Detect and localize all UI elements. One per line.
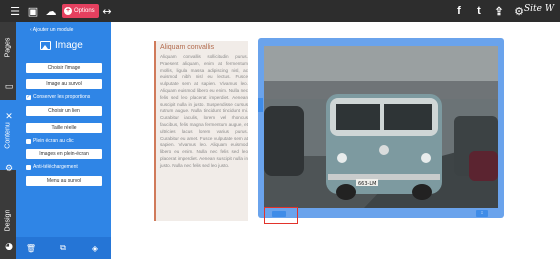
- vw-bus-photo: 663-LM: [264, 46, 498, 208]
- share-icon[interactable]: ⇪: [492, 3, 506, 19]
- text-module[interactable]: Aliquam convallis Aliquam convallis soll…: [154, 41, 248, 221]
- back-link[interactable]: ‹ Ajouter un module: [30, 27, 73, 33]
- keep-proportions-checkbox[interactable]: ✓ Conserver les proportions: [26, 94, 90, 100]
- tab-pages[interactable]: Pages: [0, 22, 16, 72]
- real-size-button[interactable]: Taille réelle: [26, 123, 102, 133]
- anti-download-checkbox[interactable]: Anti-téléchargement: [26, 164, 78, 170]
- hover-image-button[interactable]: Image au survol: [26, 79, 102, 89]
- save-icon[interactable]: ▣: [26, 4, 40, 18]
- highlight-annotation: [264, 207, 298, 224]
- panel-title: Image: [40, 40, 83, 51]
- left-resize-handle[interactable]: [258, 98, 263, 112]
- image-icon: [40, 41, 51, 50]
- module-panel: ‹ Ajouter un module Image Choisir l'imag…: [16, 22, 111, 259]
- close-icon[interactable]: ✕: [2, 110, 16, 124]
- panel-footer: 🗑 ⧉ ◈: [16, 237, 111, 259]
- vertical-resize-handle[interactable]: ↕: [476, 210, 488, 217]
- options-label: Options: [74, 8, 95, 14]
- gear-icon[interactable]: ⚙: [2, 162, 16, 176]
- trash-icon[interactable]: 🗑: [26, 243, 36, 253]
- palette-icon[interactable]: ◕: [2, 240, 16, 254]
- publish-cloud-icon[interactable]: ☁: [44, 4, 58, 18]
- resize-arrows-icon[interactable]: ↔: [100, 4, 114, 18]
- choose-link-button[interactable]: Choisir un lien: [26, 106, 102, 116]
- text-module-title: Aliquam convallis: [160, 44, 215, 51]
- tab-design[interactable]: Design: [0, 200, 16, 240]
- fullscreen-click-checkbox[interactable]: Plein écran au clic: [26, 138, 74, 144]
- layers-icon[interactable]: ◈: [90, 243, 100, 253]
- app-logo: Site W: [524, 4, 555, 14]
- social-share-group: f t ⇪ ⚙: [452, 3, 526, 19]
- top-toolbar: ☰ ▣ ☁ + Options ↔ f t ⇪ ⚙ Site W: [0, 0, 560, 22]
- text-module-body: Aliquam convallis sollicitudin purus. Pr…: [160, 54, 248, 168]
- check-icon: ✓: [26, 93, 31, 100]
- photo-illustration: 663-LM: [264, 46, 498, 208]
- folder-icon[interactable]: ▭: [2, 80, 16, 94]
- choose-image-button[interactable]: Choisir l'image: [26, 63, 102, 73]
- plus-icon: +: [64, 7, 72, 15]
- hover-menu-button[interactable]: Menu au survol: [26, 176, 102, 186]
- options-button[interactable]: + Options: [62, 4, 99, 18]
- fullscreen-images-button[interactable]: Images en plein-écran: [26, 149, 102, 159]
- facebook-icon[interactable]: f: [452, 3, 466, 19]
- image-module[interactable]: 663-LM ↕: [258, 38, 504, 218]
- license-plate: 663-LM: [358, 181, 376, 187]
- duplicate-icon[interactable]: ⧉: [58, 243, 68, 253]
- menu-icon[interactable]: ☰: [8, 4, 22, 18]
- twitter-icon[interactable]: t: [472, 3, 486, 19]
